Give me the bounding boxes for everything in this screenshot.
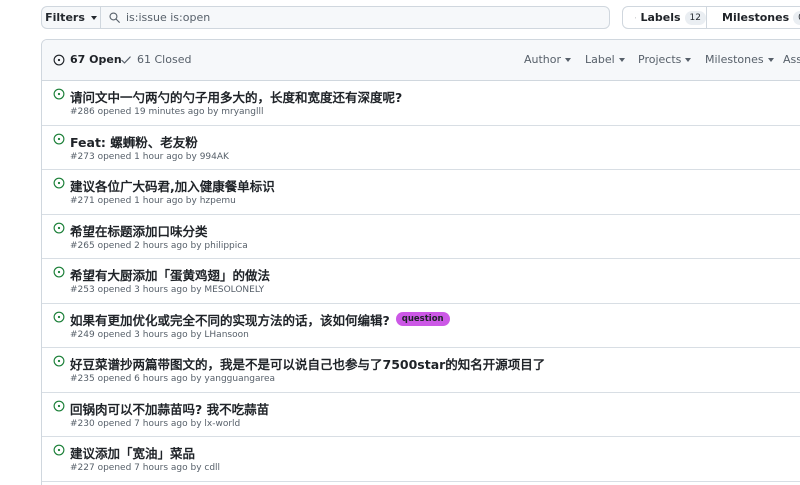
issue-title[interactable]: 请问文中一勺两勺的勺子用多大的，长度和宽度还有深度呢?	[70, 87, 402, 106]
chevron-down-icon	[565, 57, 572, 62]
closed-count-label: 61 Closed	[137, 53, 192, 66]
issue-meta: #273 opened 1 hour ago by 994AK	[70, 151, 229, 162]
issue-open-icon	[53, 88, 65, 100]
issue-row[interactable]: 如果有更加优化或完全不同的实现方法的话，该如何编辑? question #249…	[42, 303, 800, 348]
issue-row[interactable]: 回锅肉可以不加蒜苗吗? 我不吃蒜苗 #230 opened 7 hours ag…	[42, 392, 800, 437]
author-filter-label: Author	[524, 53, 562, 66]
issue-row[interactable]: 好豆菜谱抄两篇带图文的，我是不是可以说自己也参与了7500star的知名开源项目…	[42, 348, 800, 393]
milestones-button[interactable]: Milestones 0	[706, 6, 800, 29]
open-issues-tab[interactable]: 67 Open	[53, 53, 122, 66]
issue-title[interactable]: 好豆菜谱抄两篇带图文的，我是不是可以说自己也参与了7500star的知名开源项目…	[70, 354, 545, 373]
issue-meta: #286 opened 19 minutes ago by mryanglll	[70, 107, 264, 117]
issue-title-wrap: 如果有更加优化或完全不同的实现方法的话，该如何编辑? question	[70, 310, 450, 329]
issues-list-header: 67 Open 61 Closed Author Label Projects …	[42, 40, 800, 81]
labels-button[interactable]: Labels 12	[622, 6, 707, 29]
filters-button[interactable]: Filters	[41, 6, 101, 29]
milestones-label: Milestones	[722, 11, 790, 24]
issue-rows: 请问文中一勺两勺的勺子用多大的，长度和宽度还有深度呢? #286 opened …	[42, 81, 800, 482]
chevron-down-icon	[685, 57, 692, 62]
issue-row[interactable]: 建议添加「宽油」菜品 #227 opened 7 hours ago by cd…	[42, 437, 800, 482]
open-count-label: 67 Open	[70, 53, 122, 66]
issue-title[interactable]: 希望在标题添加口味分类	[70, 221, 208, 240]
issue-meta: #253 opened 3 hours ago by MESOLONELY	[70, 285, 265, 295]
label-filter[interactable]: Label	[585, 53, 625, 66]
assignee-filter-label: Assi	[783, 53, 800, 66]
search-field[interactable]	[100, 6, 610, 29]
issue-open-icon	[53, 444, 65, 456]
issue-title[interactable]: Feat: 螺蛳粉、老友粉	[70, 132, 198, 151]
check-icon	[121, 55, 131, 64]
issues-list: 67 Open 61 Closed Author Label Projects …	[41, 39, 800, 485]
search-icon	[109, 12, 120, 23]
issue-title-wrap: 建议各位广大码君,加入健康餐单标识	[70, 176, 275, 195]
issue-meta: #230 opened 7 hours ago by lx-world	[70, 418, 241, 429]
chevron-down-icon	[618, 57, 625, 62]
issue-row[interactable]: 希望有大厨添加「蛋黄鸡翅」的做法 #253 opened 3 hours ago…	[42, 259, 800, 304]
issue-row[interactable]: 请问文中一勺两勺的勺子用多大的，长度和宽度还有深度呢? #286 opened …	[42, 81, 800, 126]
issue-meta: #235 opened 6 hours ago by yangguangarea	[70, 374, 276, 384]
issue-row[interactable]: Feat: 螺蛳粉、老友粉 #273 opened 1 hour ago by …	[42, 125, 800, 170]
issue-title-wrap: 希望在标题添加口味分类	[70, 221, 208, 240]
issue-title[interactable]: 建议各位广大码君,加入健康餐单标识	[70, 176, 275, 195]
issue-title[interactable]: 如果有更加优化或完全不同的实现方法的话，该如何编辑?	[70, 310, 390, 329]
milestones-filter-label: Milestones	[705, 53, 764, 66]
milestones-filter[interactable]: Milestones	[705, 53, 774, 66]
issue-title-wrap: 希望有大厨添加「蛋黄鸡翅」的做法	[70, 265, 270, 284]
closed-issues-tab[interactable]: 61 Closed	[120, 53, 191, 66]
projects-filter-label: Projects	[638, 53, 682, 66]
issue-open-icon	[53, 177, 65, 189]
issue-title-wrap: Feat: 螺蛳粉、老友粉	[70, 132, 198, 151]
chevron-down-icon	[767, 57, 774, 62]
chevron-down-icon	[90, 15, 97, 20]
issue-title[interactable]: 回锅肉可以不加蒜苗吗? 我不吃蒜苗	[70, 399, 269, 418]
issue-open-icon	[53, 355, 65, 367]
issue-open-icon	[53, 400, 65, 411]
issue-row[interactable]: 建议各位广大码君,加入健康餐单标识 #271 opened 1 hour ago…	[42, 170, 800, 215]
issue-meta: #227 opened 7 hours ago by cdll	[70, 463, 221, 473]
milestones-count: 0	[793, 10, 800, 25]
issue-open-icon	[53, 54, 65, 65]
projects-filter[interactable]: Projects	[638, 53, 692, 66]
label-filter-label: Label	[585, 53, 615, 66]
assignee-filter[interactable]: Assi	[783, 53, 800, 66]
issue-meta: #265 opened 2 hours ago by philippica	[70, 240, 248, 251]
issue-open-icon	[53, 222, 65, 233]
issue-meta: #271 opened 1 hour ago by hzpemu	[70, 196, 236, 206]
issue-meta: #249 opened 3 hours ago by LHansoon	[70, 329, 249, 340]
tag-icon	[635, 16, 637, 19]
labels-label: Labels	[640, 11, 681, 24]
filters-label: Filters	[45, 11, 85, 24]
issue-title-wrap: 建议添加「宽油」菜品	[70, 443, 195, 462]
issue-title-wrap: 好豆菜谱抄两篇带图文的，我是不是可以说自己也参与了7500star的知名开源项目…	[70, 354, 545, 373]
issue-title[interactable]: 希望有大厨添加「蛋黄鸡翅」的做法	[70, 265, 270, 284]
search-input[interactable]	[126, 11, 586, 24]
issue-row[interactable]: 希望在标题添加口味分类 #265 opened 2 hours ago by p…	[42, 214, 800, 259]
issue-open-icon	[53, 133, 65, 144]
issue-open-icon	[53, 311, 65, 322]
issue-open-icon	[53, 266, 65, 278]
issue-title-wrap: 请问文中一勺两勺的勺子用多大的，长度和宽度还有深度呢?	[70, 87, 402, 106]
issue-label-question[interactable]: question	[395, 312, 450, 326]
labels-count: 12	[684, 10, 706, 25]
author-filter[interactable]: Author	[524, 53, 572, 66]
issue-title[interactable]: 建议添加「宽油」菜品	[70, 443, 195, 462]
issue-title-wrap: 回锅肉可以不加蒜苗吗? 我不吃蒜苗	[70, 399, 269, 418]
